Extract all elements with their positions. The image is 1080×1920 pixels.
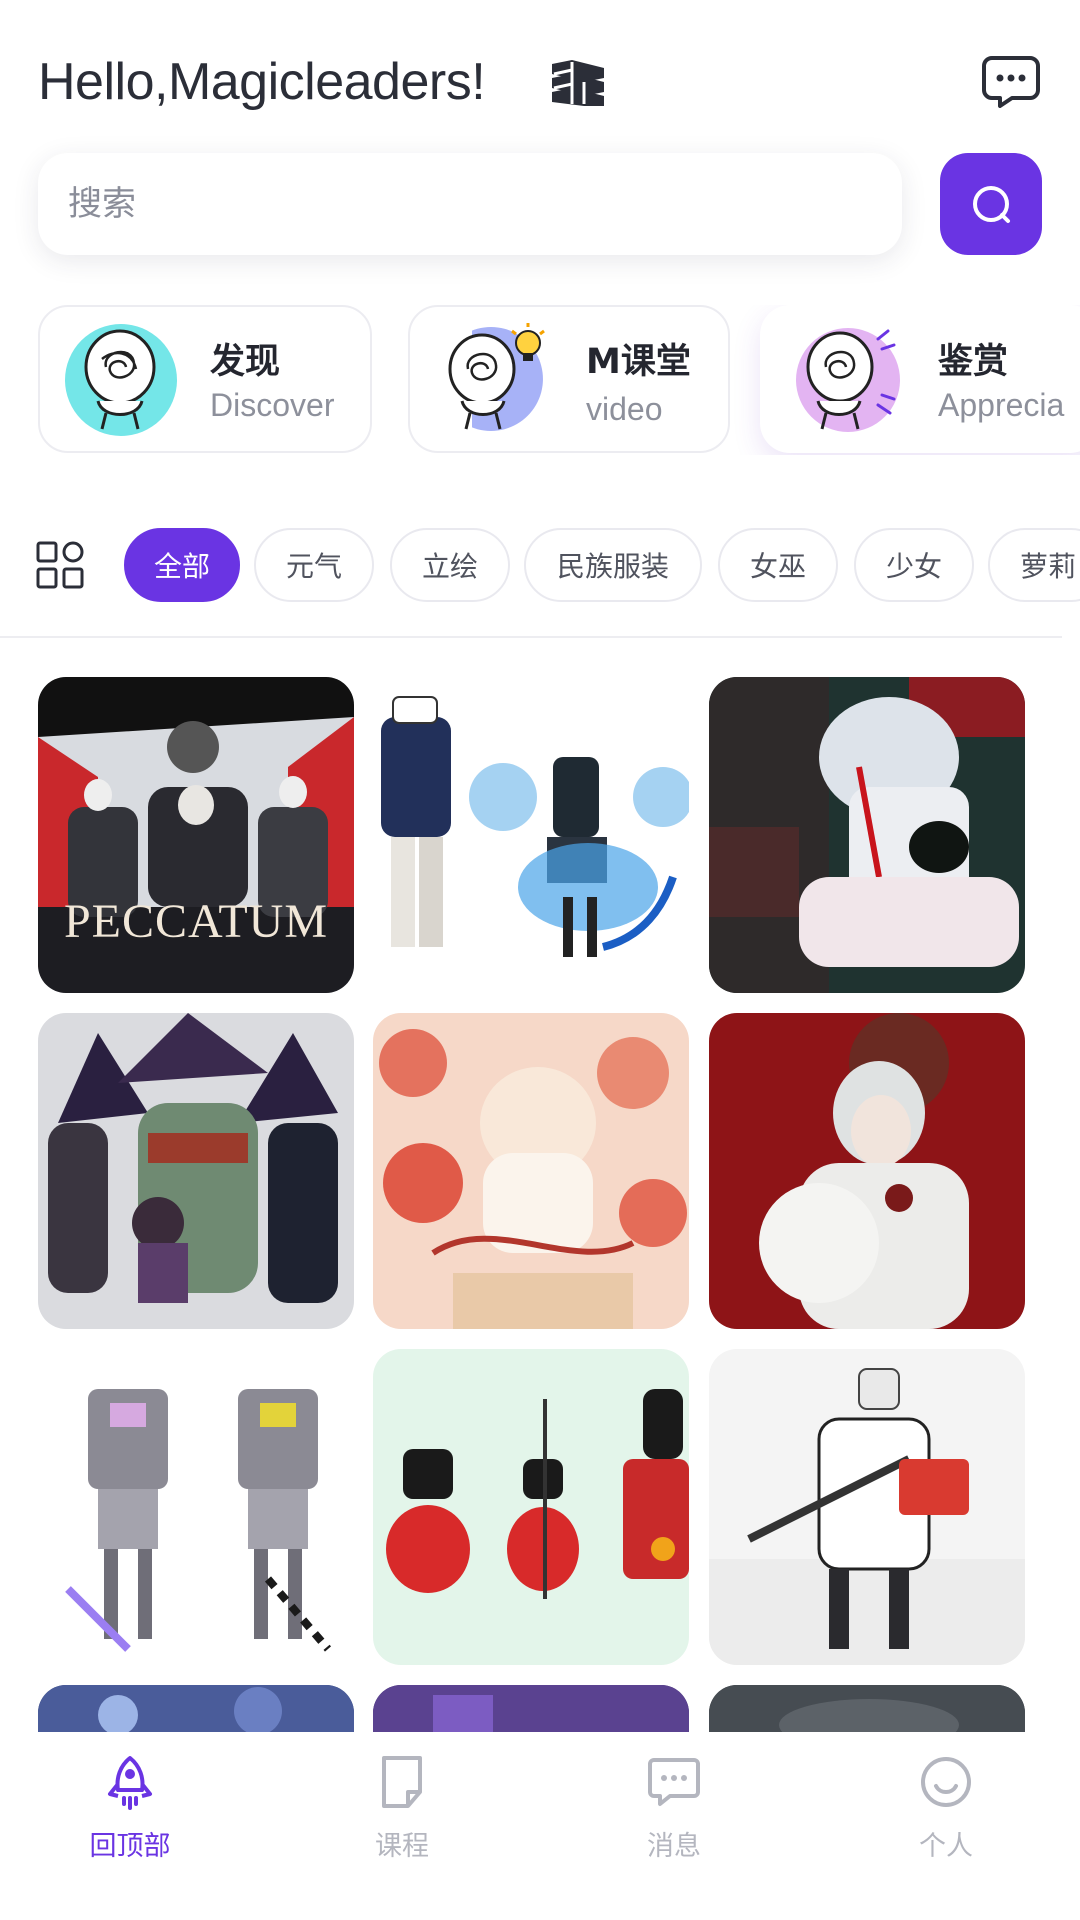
entry-subtitle: Discover [210, 387, 335, 423]
artwork-image [38, 1349, 354, 1665]
header: Hello,Magicleaders! [38, 50, 1042, 120]
artwork-tile[interactable] [709, 1685, 1025, 1732]
nav-messages[interactable]: 消息 [574, 1754, 774, 1874]
artwork-tile[interactable] [373, 677, 689, 993]
rocket-icon [108, 1756, 152, 1810]
artwork-image [38, 1013, 354, 1329]
artwork-image [709, 1685, 1025, 1732]
tab-ethnic-costume[interactable]: 民族服装 [524, 528, 702, 602]
tab-all[interactable]: 全部 [124, 528, 240, 602]
chat-icon[interactable] [982, 54, 1040, 108]
entry-subtitle: video [586, 391, 663, 427]
tab-girl[interactable]: 少女 [854, 528, 974, 602]
entry-subtitle: Apprecia [938, 387, 1065, 423]
artwork-tile[interactable] [38, 1685, 354, 1732]
artwork-tile[interactable] [373, 1685, 689, 1732]
bottom-nav: 回顶部 课程 消息 个人 [0, 1732, 1080, 1920]
artwork-tile[interactable] [373, 1349, 689, 1665]
artwork-image [38, 1685, 354, 1732]
book-stack-icon[interactable] [550, 58, 606, 108]
artwork-tile[interactable] [38, 1013, 354, 1329]
artwork-tile[interactable] [709, 1349, 1025, 1665]
nav-label: 课程 [375, 1831, 429, 1862]
nav-back-to-top[interactable]: 回顶部 [30, 1754, 230, 1874]
entry-appreciation[interactable]: 鉴赏 Apprecia [760, 305, 1080, 453]
artwork-caption: PECCATUM [63, 895, 329, 948]
artwork-tile[interactable] [373, 1013, 689, 1329]
grid-icon[interactable] [36, 541, 84, 589]
entry-title: M课堂 [586, 342, 691, 382]
search-icon [973, 186, 1010, 223]
artwork-tile[interactable] [709, 1013, 1025, 1329]
artwork-image [709, 1349, 1025, 1665]
artwork-tile[interactable] [38, 1349, 354, 1665]
artwork-image [373, 1685, 689, 1732]
artwork-image [373, 1013, 689, 1329]
smiley-icon [921, 1757, 971, 1807]
nav-label: 消息 [647, 1831, 701, 1862]
nav-courses[interactable]: 课程 [302, 1754, 502, 1874]
m-class-avatar-icon [432, 321, 545, 439]
nav-label: 回顶部 [89, 1831, 171, 1862]
divider [0, 636, 1062, 638]
discover-avatar-icon [65, 324, 177, 436]
tab-yuanqi[interactable]: 元气 [254, 528, 374, 602]
appreciation-avatar-icon [796, 328, 900, 432]
artwork-image [373, 1349, 689, 1665]
search-row [38, 153, 1042, 257]
tab-witch[interactable]: 女巫 [718, 528, 838, 602]
entry-title: 发现 [210, 342, 281, 382]
artwork-grid: PECCATUM [0, 677, 1080, 1732]
greeting-title: Hello,Magicleaders! [38, 53, 486, 111]
category-tabs: 全部 元气 立绘 民族服装 女巫 少女 萝莉 [0, 525, 1080, 605]
nav-profile[interactable]: 个人 [846, 1754, 1046, 1874]
entry-m-class[interactable]: M课堂 video [408, 305, 730, 453]
search-box[interactable] [38, 153, 902, 255]
nav-label: 个人 [919, 1831, 973, 1862]
search-button[interactable] [940, 153, 1042, 255]
artwork-image [709, 1013, 1025, 1329]
tab-lihui[interactable]: 立绘 [390, 528, 510, 602]
search-input[interactable] [68, 181, 828, 227]
tab-loli[interactable]: 萝莉 [988, 528, 1080, 602]
artwork-image [709, 677, 1025, 993]
entry-discover[interactable]: 发现 Discover [38, 305, 372, 453]
document-icon [382, 1756, 422, 1808]
entry-cards: 发现 Discover M课堂 video 鉴赏 Apprecia [38, 305, 1080, 455]
artwork-tile[interactable] [709, 677, 1025, 993]
entry-title: 鉴赏 [938, 342, 1009, 382]
message-icon [648, 1758, 700, 1806]
artwork-tile[interactable]: PECCATUM [38, 677, 354, 993]
artwork-image [373, 677, 689, 993]
